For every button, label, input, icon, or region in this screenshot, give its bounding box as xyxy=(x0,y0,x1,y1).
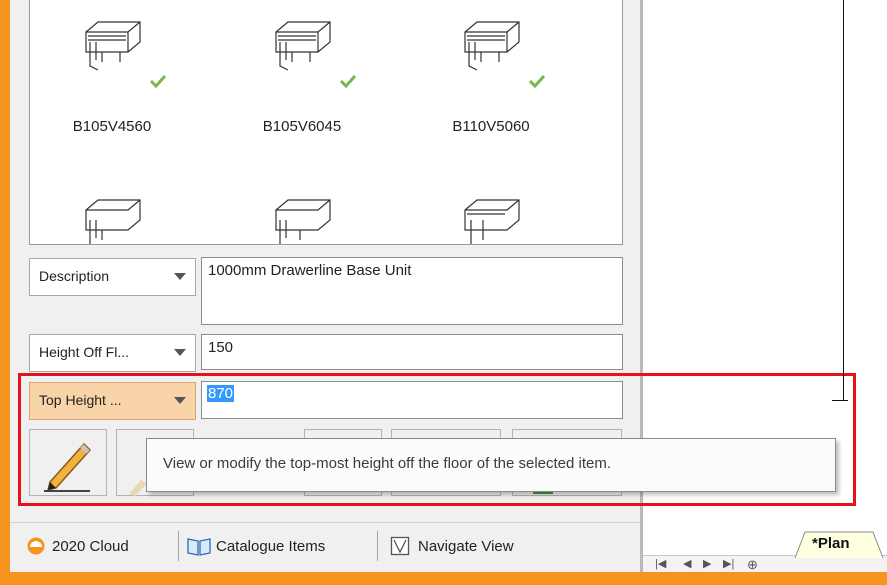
chevron-down-icon xyxy=(174,349,186,356)
catalogue-grid: B105V4560 B105V6045 B110V5060 xyxy=(29,0,623,245)
tab-label: Navigate View xyxy=(418,537,514,555)
dropdown-label: Height Off Fl... xyxy=(39,344,129,360)
catalogue-item[interactable]: B105V4560 xyxy=(50,0,170,135)
tab-plan-label: *Plan xyxy=(812,535,850,552)
cabinet-thumbnail xyxy=(464,21,520,71)
next-icon[interactable]: ▶ xyxy=(703,556,711,573)
tab-catalogue-items[interactable]: Catalogue Items xyxy=(186,531,325,561)
cabinet-thumbnail xyxy=(85,21,141,71)
cloud-icon xyxy=(27,537,45,555)
prev-icon[interactable]: ◀ xyxy=(683,556,691,573)
tab-label: 2020 Cloud xyxy=(52,537,129,555)
catalogue-item[interactable] xyxy=(429,178,549,244)
frame-strip xyxy=(0,0,10,585)
first-icon[interactable]: |◀ xyxy=(655,556,666,573)
dropdown-label: Description xyxy=(39,268,110,284)
check-icon xyxy=(340,74,356,88)
catalogue-item[interactable] xyxy=(50,178,170,244)
height-off-floor-dropdown[interactable]: Height Off Fl... xyxy=(29,334,196,372)
plan-wall-line xyxy=(832,400,848,401)
cabinet-thumbnail xyxy=(85,199,141,244)
cabinet-thumbnail xyxy=(464,199,520,244)
height-off-floor-field[interactable]: 150 xyxy=(201,334,623,370)
tab-navigate-view[interactable]: Navigate View xyxy=(390,531,514,561)
item-label: B105V4560 xyxy=(72,118,152,135)
check-icon xyxy=(529,74,545,88)
frame-strip xyxy=(0,572,887,585)
description-field[interactable]: 1000mm Drawerline Base Unit xyxy=(201,257,623,325)
catalogue-item[interactable] xyxy=(240,178,360,244)
catalogue-item[interactable]: B110V5060 xyxy=(429,0,549,135)
panel-tab-bar: 2020 Cloud Catalogue Items Navigate View xyxy=(10,522,640,572)
tab-divider xyxy=(377,531,378,561)
tab-divider xyxy=(178,531,179,561)
cabinet-thumbnail xyxy=(275,199,331,244)
book-icon xyxy=(187,538,211,556)
check-icon xyxy=(150,74,166,88)
plan-wall-line xyxy=(843,0,844,400)
chevron-down-icon xyxy=(174,273,186,280)
cabinet-thumbnail xyxy=(275,21,331,71)
highlight-box xyxy=(18,373,856,506)
add-view-icon[interactable]: ⊕ xyxy=(747,556,758,573)
tab-2020-cloud[interactable]: 2020 Cloud xyxy=(26,531,129,561)
item-label: B110V5060 xyxy=(452,118,530,135)
chevron-down-icon[interactable]: ⌄ xyxy=(615,218,622,238)
tab-label: Catalogue Items xyxy=(216,537,326,555)
description-dropdown[interactable]: Description xyxy=(29,258,196,296)
navigate-icon xyxy=(390,536,410,556)
item-label: B105V6045 xyxy=(262,118,342,135)
last-icon[interactable]: ▶| xyxy=(723,556,734,573)
catalogue-item[interactable]: B105V6045 xyxy=(240,0,360,135)
